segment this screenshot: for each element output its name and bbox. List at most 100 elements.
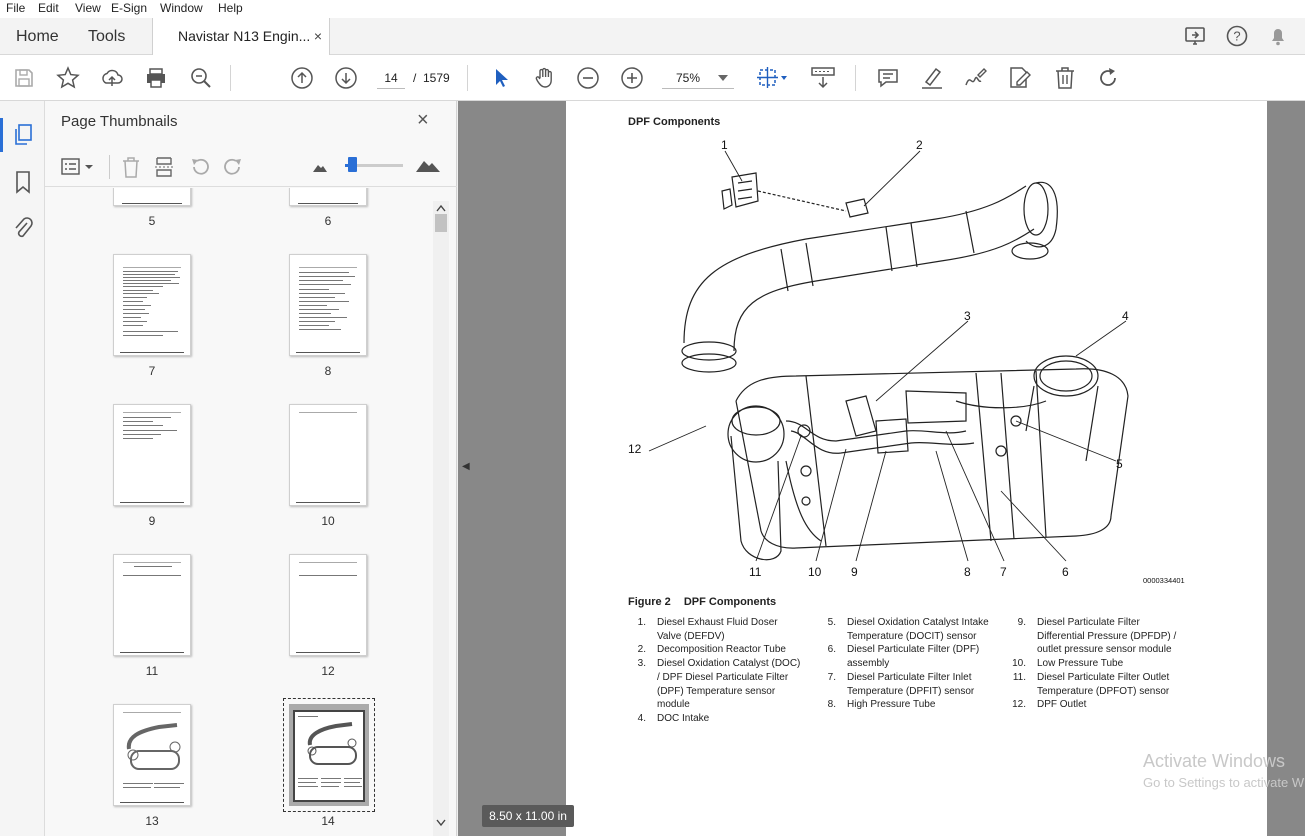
- thumbnail-label: 5: [148, 214, 156, 228]
- legend-text: / DPF Diesel Particulate Filter: [657, 671, 789, 683]
- thumbnail-label: 13: [145, 814, 159, 828]
- attachment-icon[interactable]: [11, 215, 35, 241]
- thumbnail-page-12[interactable]: [289, 554, 367, 656]
- zoom-in-icon[interactable]: [620, 66, 644, 90]
- legend-text: Diesel Exhaust Fluid Doser: [657, 617, 778, 628]
- activate-windows-watermark: Activate Windows Go to Settings to activ…: [1143, 751, 1305, 790]
- menu-edit[interactable]: Edit: [38, 1, 59, 15]
- tab-home[interactable]: Home: [16, 18, 59, 55]
- highlight-icon[interactable]: [919, 65, 945, 91]
- legend-item: 2. Decomposition Reactor Tube: [628, 643, 818, 657]
- callout-label: 8: [964, 565, 971, 579]
- callout-label: 1: [721, 138, 728, 152]
- thumbnail-page-7[interactable]: [113, 254, 191, 356]
- save-icon[interactable]: [13, 67, 35, 89]
- thumbnail-page-6[interactable]: [289, 188, 367, 206]
- arrow-down-icon[interactable]: [334, 66, 358, 90]
- arrow-up-icon[interactable]: [290, 66, 314, 90]
- thumbnails-scrollbar[interactable]: [433, 201, 449, 836]
- thumbnail-page-8[interactable]: [289, 254, 367, 356]
- menu-view[interactable]: View: [75, 1, 101, 15]
- menu-esign[interactable]: E-Sign: [111, 1, 147, 15]
- callout-label: 4: [1122, 309, 1129, 323]
- panel-close-icon[interactable]: ×: [417, 109, 429, 132]
- menu-window[interactable]: Window: [160, 1, 203, 15]
- menu-help[interactable]: Help: [218, 1, 243, 15]
- thumbnail-label: 10: [321, 514, 335, 528]
- legend-text: outlet pressure sensor module: [1037, 644, 1172, 656]
- delete-icon[interactable]: [1053, 65, 1077, 91]
- scroll-up-icon[interactable]: [436, 204, 446, 212]
- scrollbar-thumb[interactable]: [435, 214, 447, 232]
- legend-num: 8.: [827, 699, 836, 711]
- thumbnails-list: 5 6 7 8 9 10 11 12 13 14: [45, 188, 435, 836]
- legend-num: 1.: [637, 617, 646, 628]
- legend-text: DOC Intake: [657, 712, 710, 724]
- thumbnail-label: 7: [148, 364, 156, 378]
- svg-text:?: ?: [1233, 29, 1240, 44]
- bookmark-icon[interactable]: [13, 170, 33, 194]
- document-view[interactable]: ◀ DPF Components 1 2 3 4 5 6 7 8 9 10 11…: [458, 101, 1305, 836]
- figure-caption: Figure 2 DPF Components: [628, 596, 776, 608]
- callout-label: 9: [851, 565, 858, 579]
- redo-icon[interactable]: [1096, 66, 1120, 90]
- callout-label: 10: [808, 565, 822, 579]
- upload-icon[interactable]: [100, 66, 124, 90]
- callout-label: 11: [749, 565, 762, 579]
- zoom-search-icon[interactable]: [189, 66, 213, 90]
- figure-id: 0000334401: [1143, 576, 1185, 585]
- select-cursor-icon[interactable]: [490, 66, 514, 90]
- thumbnail-page-14-selection[interactable]: [283, 698, 375, 812]
- bell-icon[interactable]: [1266, 24, 1290, 48]
- share-screen-icon[interactable]: [1183, 24, 1209, 48]
- pdf-page: DPF Components 1 2 3 4 5 6 7 8 9 10 11 1…: [566, 101, 1267, 836]
- tab-close-icon[interactable]: ×: [314, 18, 322, 55]
- print-icon[interactable]: [144, 66, 168, 90]
- page-number-input[interactable]: 14: [377, 67, 405, 89]
- scroll-mode-icon[interactable]: [810, 65, 836, 91]
- legend-num: 11.: [1012, 671, 1026, 683]
- thumbnail-label: 12: [321, 664, 335, 678]
- extract-page-icon[interactable]: [153, 155, 175, 179]
- collapse-panel-icon[interactable]: ◀: [462, 461, 470, 472]
- thumbnail-page-10[interactable]: [289, 404, 367, 506]
- thumbnail-page-5[interactable]: [113, 188, 191, 206]
- legend-item: 12. DPF Outlet: [1008, 698, 1188, 712]
- thumbnail-page-13[interactable]: [113, 704, 191, 806]
- page-size-label: 8.50 x 11.00 in: [482, 805, 574, 827]
- thumbnail-page-9[interactable]: [113, 404, 191, 506]
- legend-item: 8. High Pressure Tube: [818, 698, 1008, 712]
- sign-icon[interactable]: [962, 65, 988, 91]
- help-icon[interactable]: ?: [1225, 24, 1249, 48]
- legend-column-3: 9. Diesel Particulate Filter Differential …: [1008, 616, 1188, 712]
- slider-handle[interactable]: [348, 157, 357, 172]
- page-thumbnails-icon[interactable]: [12, 123, 34, 147]
- legend-num: 4.: [637, 712, 646, 724]
- comment-icon[interactable]: [876, 66, 900, 90]
- delete-page-icon[interactable]: [120, 155, 142, 179]
- legend-text: Low Pressure Tube: [1037, 658, 1124, 670]
- hand-icon[interactable]: [532, 65, 558, 91]
- thumbnail-page-11[interactable]: [113, 554, 191, 656]
- tab-tools[interactable]: Tools: [88, 18, 125, 55]
- edit-icon[interactable]: [1007, 65, 1033, 91]
- zoom-select[interactable]: 75%: [662, 67, 734, 89]
- zoom-value: 75%: [676, 71, 701, 85]
- star-icon[interactable]: [56, 66, 80, 90]
- zoom-out-icon[interactable]: [576, 66, 600, 90]
- caption-label: Figure 2: [628, 596, 671, 608]
- thumbnail-options-icon[interactable]: [60, 157, 96, 177]
- legend-num: 6.: [827, 644, 836, 656]
- legend-text: Temperature (DPFIT) sensor: [847, 685, 975, 697]
- legend-text: High Pressure Tube: [847, 699, 936, 711]
- thumbnail-label: 9: [148, 514, 156, 528]
- rotate-cw-icon[interactable]: [221, 155, 245, 179]
- tab-document[interactable]: Navistar N13 Engin... ×: [152, 18, 330, 56]
- rotate-ccw-icon[interactable]: [188, 155, 212, 179]
- thumbnail-label: 11: [145, 664, 159, 678]
- scroll-down-icon[interactable]: [436, 819, 446, 827]
- page-separator: /: [413, 71, 417, 85]
- legend-num: 10.: [1012, 658, 1026, 670]
- fit-page-icon[interactable]: [755, 65, 789, 91]
- menu-file[interactable]: File: [6, 1, 25, 15]
